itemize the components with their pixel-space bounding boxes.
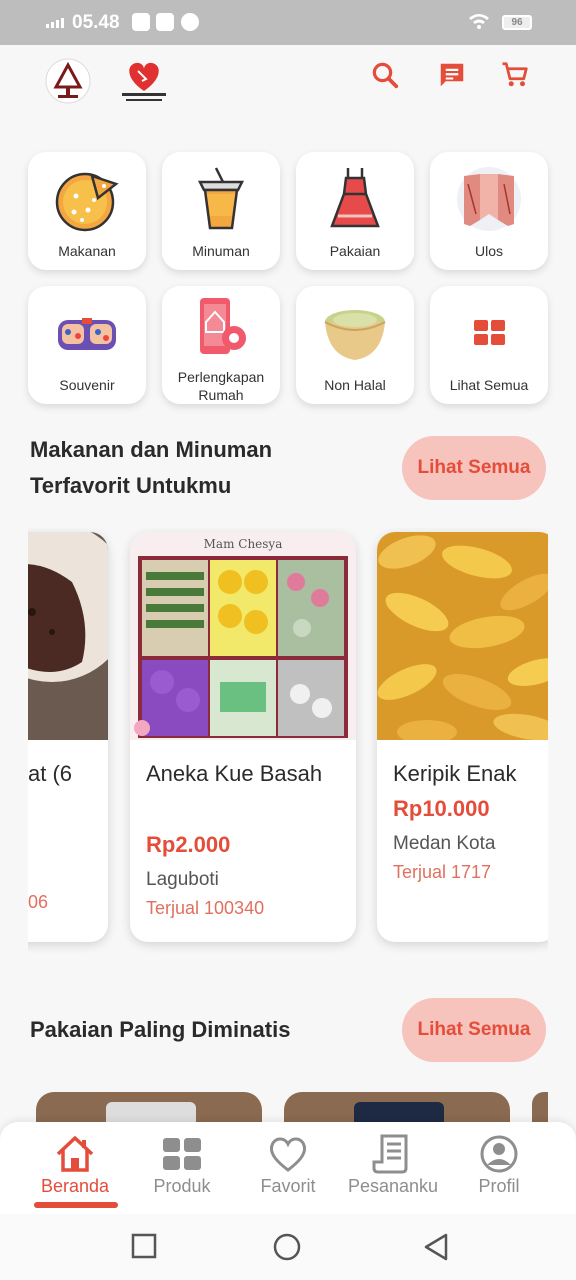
game-notification-icon [181, 13, 199, 31]
category-label: Souvenir [59, 377, 115, 393]
status-time: 05.48 [72, 12, 120, 33]
nav-label: Produk [153, 1176, 211, 1196]
category-perlengkapan-rumah[interactable]: Perlengkapan Rumah [162, 286, 280, 404]
nav-label: Pesananku [347, 1176, 439, 1196]
signal-icon [46, 18, 64, 28]
section-title-clothes: Pakaian Paling Diminatis [30, 1017, 291, 1042]
product-price: Rp10.000 [393, 796, 490, 821]
product-location: Medan Kota [393, 833, 496, 854]
nav-favorit[interactable]: Favorit [233, 1134, 343, 1197]
home-settings-icon [200, 298, 246, 354]
nav-label: Profil [478, 1176, 520, 1196]
cart-icon[interactable] [500, 60, 530, 90]
back-icon[interactable] [422, 1232, 452, 1262]
category-label: Makanan [58, 243, 116, 259]
category-label: Ulos [474, 243, 503, 259]
app-header [0, 45, 576, 115]
active-tab-indicator [34, 1202, 118, 1208]
nav-label: Favorit [260, 1176, 316, 1196]
home-icon [56, 1136, 94, 1172]
product-name: at (6 [28, 761, 73, 786]
see-all-food-button[interactable]: Lihat Semua [402, 436, 546, 500]
dress-icon [330, 168, 380, 228]
heart-icon [269, 1137, 307, 1172]
profile-icon [480, 1135, 518, 1173]
heart-logo-icon [122, 62, 166, 101]
nav-label: Beranda [40, 1176, 110, 1196]
chat-icon[interactable] [437, 60, 467, 90]
category-makanan[interactable]: Makanan [28, 152, 146, 270]
system-navigation-bar [0, 1214, 576, 1280]
food-product-carousel: at (6 06 Mam Chesya Aneka Kue Basah Rp2.… [28, 528, 548, 958]
nav-produk[interactable]: Produk [127, 1134, 237, 1197]
battery-indicator: 96 [502, 15, 532, 30]
product-price: Rp2.000 [146, 832, 231, 857]
receipt-icon [372, 1134, 408, 1174]
product-card[interactable]: at (6 06 [28, 532, 108, 942]
category-minuman[interactable]: Minuman [162, 152, 280, 270]
category-label: Minuman [192, 243, 250, 259]
nav-beranda[interactable]: Beranda [20, 1134, 130, 1197]
bowl-icon [324, 310, 386, 360]
product-location: Laguboti [146, 869, 219, 890]
nav-profil[interactable]: Profil [444, 1134, 554, 1197]
grid-icon [163, 1138, 201, 1170]
facebook-notification-icon [156, 13, 174, 31]
category-pakaian[interactable]: Pakaian [296, 152, 414, 270]
product-sold: Terjual 1717 [393, 862, 492, 882]
category-label: Non Halal [324, 377, 386, 393]
pizza-icon [55, 172, 119, 232]
wifi-icon [469, 14, 489, 29]
search-icon[interactable] [370, 60, 400, 90]
see-all-clothes-button[interactable]: Lihat Semua [402, 998, 546, 1062]
category-label: Lihat Semua [449, 377, 529, 393]
ulos-cloth-icon [457, 167, 521, 231]
product-name: Keripik Enak [393, 761, 517, 786]
product-sold: Terjual 100340 [146, 898, 265, 918]
section-title-food: Makanan dan Minuman Terfavorit Untukmu [30, 437, 273, 498]
category-souvenir[interactable]: Souvenir [28, 286, 146, 404]
product-card[interactable]: Mam Chesya Aneka Kue Basah Rp2.000 Lagub… [130, 532, 356, 942]
category-ulos[interactable]: Ulos [430, 152, 548, 270]
home-button-icon[interactable] [272, 1232, 302, 1262]
recent-apps-icon[interactable] [130, 1232, 158, 1260]
nav-pesananku[interactable]: Pesananku [338, 1134, 448, 1197]
category-label: Perlengkapan Rumah [177, 369, 265, 403]
organization-logo-icon [45, 58, 91, 104]
product-name: Aneka Kue Basah [146, 761, 323, 786]
drink-icon [197, 167, 245, 230]
product-image [28, 532, 108, 740]
facebook-notification-icon [132, 13, 150, 31]
image-caption: Mam Chesya [204, 537, 283, 551]
category-non-halal[interactable]: Non Halal [296, 286, 414, 404]
bottom-navigation: Beranda Produk Favorit Pesananku Profil [0, 1122, 576, 1214]
product-image [377, 532, 548, 740]
product-image: Mam Chesya [130, 532, 356, 740]
grid-icon [474, 320, 505, 345]
status-bar: 05.48 96 [0, 0, 576, 45]
category-lihat-semua[interactable]: Lihat Semua [430, 286, 548, 404]
souvenir-icon [58, 318, 116, 350]
category-label: Pakaian [329, 243, 381, 259]
product-sold: 06 [28, 892, 49, 912]
product-card[interactable]: Keripik Enak Rp10.000 Medan Kota Terjual… [377, 532, 548, 942]
